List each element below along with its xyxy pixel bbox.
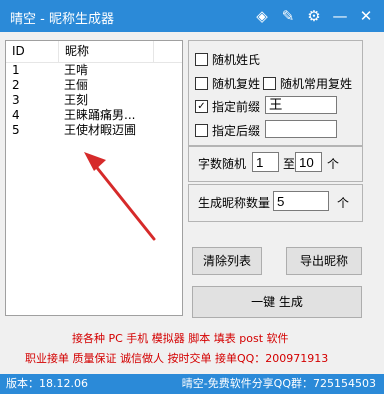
version-label: 版本：18.12.06 [6,377,88,390]
settings-icon[interactable]: ⚙ [304,6,324,26]
count-label: 生成昵称数量 [198,196,271,210]
length-label: 字数随机 [198,157,247,171]
item-nickname: 王睐踊痛男... [64,108,136,122]
status-bar: 版本：18.12.06 晴空-免费软件分享QQ群：725154503 [0,374,384,394]
checkbox-label: 指定后缀 [212,123,261,138]
item-nickname: 王刻 [64,93,89,107]
main-panel: ID 昵称 1 王啃 2 王俪 3 王刻 4 王睐踊痛男... 5 王使材睱迈圃 随机姓氏… [0,32,384,374]
title-bar: 晴空 - 昵称生成器 ◈ ✎ ⚙ — ✕ [0,0,384,32]
length-max-input[interactable] [295,152,322,172]
app-window: 晴空 - 昵称生成器 ◈ ✎ ⚙ — ✕ ID 昵称 1 王啃 2 王俪 3 王刻 4… [0,0,384,394]
export-nickname-button[interactable]: 导出昵称 [286,247,362,275]
suffix-checkbox[interactable]: 指定后缀 [195,121,260,139]
length-to-label: 至 [283,157,296,171]
item-id: 5 [12,123,20,137]
item-nickname: 王啃 [64,63,89,77]
checkbox-label: 随机常用复姓 [280,76,353,91]
ad-line-2: 职业接单 质量保证 诚信做人 按时交单 接单QQ：200971913 [25,352,329,365]
item-nickname: 王使材睱迈圃 [64,123,137,137]
random-common-compound-checkbox[interactable]: 随机常用复姓 [263,74,352,92]
prefix-input[interactable] [265,96,337,114]
close-icon[interactable]: ✕ [356,6,376,26]
count-unit-label: 个 [337,196,350,210]
list-header: ID 昵称 [6,41,182,63]
ad-line-1: 接各种 PC 手机 模拟器 脚本 填表 post 软件 [72,332,289,345]
clear-list-button[interactable]: 清除列表 [192,247,262,275]
check-icon: ✓ [195,99,208,113]
prefix-checkbox[interactable]: ✓ 指定前缀 [195,97,260,115]
item-id: 3 [12,93,20,107]
random-surname-checkbox[interactable]: 随机姓氏 [195,50,260,68]
checkbox-box [195,52,208,66]
length-unit-label: 个 [327,157,340,171]
nickname-list[interactable]: ID 昵称 1 王啃 2 王俪 3 王刻 4 王睐踊痛男... 5 王使材睱迈圃 [5,40,183,316]
random-compound-surname-checkbox[interactable]: 随机复姓 [195,74,260,92]
item-id: 2 [12,78,20,92]
edit-icon[interactable]: ✎ [278,6,298,26]
list-item[interactable]: 4 王睐踊痛男... [6,108,182,123]
checkbox-label: 指定前缀 [212,99,261,114]
checkbox-box [263,76,276,90]
window-title: 晴空 - 昵称生成器 [10,12,114,27]
length-min-input[interactable] [252,152,279,172]
count-input[interactable] [273,191,329,211]
list-item[interactable]: 3 王刻 [6,93,182,108]
list-item[interactable]: 2 王俪 [6,78,182,93]
qq-group-label: 晴空-免费软件分享QQ群：725154503 [181,377,376,390]
minimize-icon[interactable]: — [330,6,350,26]
list-item[interactable]: 1 王啃 [6,63,182,78]
shirt-icon[interactable]: ◈ [252,6,272,26]
checkbox-label: 随机姓氏 [212,52,261,67]
item-id: 1 [12,63,20,77]
checkbox-box [195,123,208,137]
checkbox-box [195,76,208,90]
list-item[interactable]: 5 王使材睱迈圃 [6,123,182,138]
generate-button[interactable]: 一键 生成 [192,286,362,318]
checkbox-label: 随机复姓 [212,76,261,91]
item-nickname: 王俪 [64,78,89,92]
item-id: 4 [12,108,20,122]
column-nickname[interactable]: 昵称 [59,41,154,62]
suffix-input[interactable] [265,120,337,138]
column-id[interactable]: ID [6,41,59,62]
